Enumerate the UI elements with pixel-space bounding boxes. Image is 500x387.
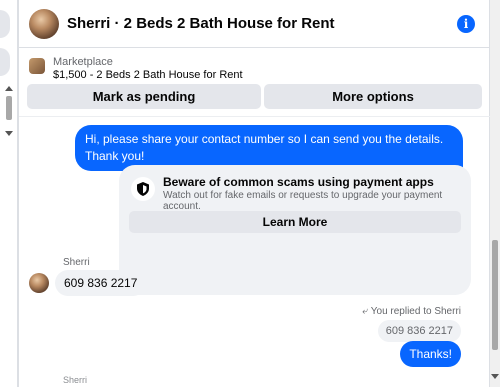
next-sender-name: Sherri bbox=[63, 375, 88, 385]
messenger-chat-window: Sherri · 2 Beds 2 Bath House for Rent i … bbox=[18, 0, 491, 387]
scroll-down-arrow[interactable] bbox=[491, 374, 499, 379]
scroll-down-arrow[interactable] bbox=[5, 131, 13, 136]
scroll-up-arrow[interactable] bbox=[5, 86, 13, 91]
background-chat-avatar bbox=[0, 10, 10, 38]
quoted-message[interactable]: 609 836 2217 bbox=[377, 320, 461, 342]
background-chat-avatar bbox=[0, 48, 10, 76]
learn-more-button[interactable]: Learn More bbox=[129, 211, 461, 233]
outgoing-message[interactable]: Thanks! bbox=[400, 341, 461, 367]
scam-warning-description: Watch out for fake emails or requests to… bbox=[163, 190, 443, 212]
chat-header: Sherri · 2 Beds 2 Bath House for Rent i bbox=[19, 0, 491, 48]
listing-thumbnail[interactable] bbox=[29, 58, 45, 74]
background-window-strip bbox=[0, 0, 18, 387]
reply-indicator-label: You replied to Sherri bbox=[370, 306, 461, 317]
sender-avatar[interactable] bbox=[29, 273, 49, 293]
scam-warning-title: Beware of common scams using payment app… bbox=[163, 175, 434, 189]
shield-icon bbox=[131, 177, 155, 201]
thread-scrollbar[interactable] bbox=[490, 0, 500, 387]
scroll-thumb[interactable] bbox=[6, 96, 12, 120]
chat-title[interactable]: Sherri · 2 Beds 2 Bath House for Rent bbox=[67, 15, 335, 32]
more-options-button[interactable]: More options bbox=[264, 84, 482, 109]
message-thread[interactable]: Hi, please share your contact number so … bbox=[19, 116, 491, 387]
sender-name: Sherri bbox=[63, 257, 90, 268]
contact-avatar[interactable] bbox=[29, 9, 59, 39]
listing-title[interactable]: $1,500 - 2 Beds 2 Bath House for Rent bbox=[53, 69, 243, 81]
listing-source: Marketplace bbox=[53, 56, 113, 68]
reply-indicator: ⤶ You replied to Sherri bbox=[362, 306, 461, 317]
marketplace-listing-bar: Marketplace $1,500 - 2 Beds 2 Bath House… bbox=[19, 48, 491, 116]
incoming-message[interactable]: 609 836 2217 bbox=[55, 270, 147, 296]
scam-warning-card: Beware of common scams using payment app… bbox=[119, 165, 471, 295]
mark-as-pending-button[interactable]: Mark as pending bbox=[27, 84, 261, 109]
info-icon[interactable]: i bbox=[457, 15, 475, 33]
scroll-thumb[interactable] bbox=[492, 240, 498, 350]
reply-arrow-icon: ⤶ bbox=[362, 306, 368, 317]
background-scrollbar[interactable] bbox=[4, 86, 14, 136]
